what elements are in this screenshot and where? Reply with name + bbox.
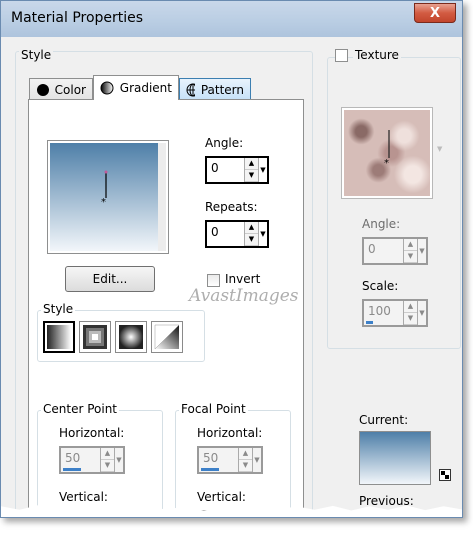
texture-scale-spinner[interactable]: 100 ▲ ▼ ▼ (362, 299, 428, 327)
focal-horizontal-spinner[interactable]: 50 ▲ ▼ ▼ (197, 446, 263, 474)
center-horizontal-up-arrow-icon[interactable]: ▲ (101, 448, 114, 460)
center-vertical-label: Vertical: (59, 490, 108, 504)
material-properties-window: Material Properties X Style Color Gradie… (0, 0, 463, 518)
client-area: Style Color Gradient Pattern * Angle: 0 … (9, 37, 461, 517)
tab-color[interactable]: Color (29, 78, 93, 100)
texture-scale-down-arrow-icon[interactable]: ▼ (404, 313, 417, 325)
repeats-spinner[interactable]: 0 ▲ ▼ ▼ (205, 220, 269, 248)
texture-angle-value[interactable]: 0 (364, 239, 403, 263)
focal-horizontal-dropdown-icon[interactable]: ▼ (252, 448, 261, 472)
gradient-panel: * Angle: 0 ▲▼ ▼ Repeats: 0 ▲▼ ▼ Invert (28, 99, 304, 517)
focal-point-label: Focal Point (179, 402, 248, 416)
linear-gradient-icon (47, 325, 71, 349)
gradient-style-label: Style (41, 302, 76, 316)
globe-icon (186, 83, 195, 96)
gradient-direction-handle-icon[interactable]: * (50, 143, 158, 251)
center-horizontal-down-arrow-icon[interactable]: ▼ (101, 460, 114, 472)
rectangular-style-button[interactable] (79, 321, 111, 353)
sunburst-style-button[interactable] (115, 321, 147, 353)
texture-scale-label: Scale: (362, 279, 399, 293)
repeats-down-arrow-icon[interactable]: ▼ (245, 234, 258, 246)
radial-gradient-icon (154, 324, 180, 350)
preview-scrollbar[interactable] (158, 143, 166, 251)
repeats-label: Repeats: (205, 200, 258, 214)
texture-angle-spinner[interactable]: 0 ▲ ▼ ▼ (362, 237, 428, 265)
repeats-up-arrow-icon[interactable]: ▲ (245, 222, 258, 234)
svg-text:*: * (101, 197, 106, 208)
tab-pattern[interactable]: Pattern (179, 78, 251, 100)
style-group-label: Style (19, 48, 54, 62)
swatch-toggle-icon[interactable] (439, 469, 451, 481)
focal-vertical-label: Vertical: (197, 490, 246, 504)
angle-value[interactable]: 0 (207, 158, 244, 182)
radial-style-button[interactable] (151, 321, 183, 353)
angle-down-arrow-icon[interactable]: ▼ (245, 170, 258, 182)
center-point-label: Center Point (41, 402, 119, 416)
repeats-dropdown-icon[interactable]: ▼ (258, 222, 267, 246)
texture-angle-label: Angle: (362, 217, 401, 231)
gradient-circle-icon (100, 81, 114, 95)
texture-swatch[interactable]: * (344, 110, 430, 196)
angle-up-arrow-icon[interactable]: ▲ (245, 158, 258, 170)
focal-horizontal-down-arrow-icon[interactable]: ▼ (239, 460, 252, 472)
angle-label: Angle: (205, 136, 244, 150)
angle-dropdown-icon[interactable]: ▼ (258, 158, 267, 182)
tab-gradient[interactable]: Gradient (93, 75, 179, 100)
center-horizontal-label: Horizontal: (59, 426, 125, 440)
texture-checkbox[interactable] (335, 49, 348, 62)
focal-horizontal-up-arrow-icon[interactable]: ▲ (239, 448, 252, 460)
angle-spinner[interactable]: 0 ▲ ▼ ▼ (205, 156, 269, 184)
texture-angle-up-arrow-icon[interactable]: ▲ (404, 239, 417, 251)
gradient-preview[interactable]: * (50, 143, 158, 251)
center-horizontal-level-bar (63, 468, 81, 471)
texture-direction-handle-icon: * (384, 130, 390, 169)
texture-scale-up-arrow-icon[interactable]: ▲ (404, 301, 417, 313)
gradient-preview-frame: * (47, 140, 169, 254)
repeats-value[interactable]: 0 (207, 222, 244, 246)
center-horizontal-spinner[interactable]: 50 ▲ ▼ ▼ (59, 446, 125, 474)
texture-angle-down-arrow-icon[interactable]: ▼ (404, 251, 417, 263)
invert-label: Invert (225, 272, 261, 286)
close-button[interactable]: X (414, 3, 456, 23)
texture-angle-dropdown-icon[interactable]: ▼ (417, 239, 426, 263)
linear-style-button[interactable] (43, 321, 75, 353)
close-icon: X (429, 5, 441, 21)
focal-horizontal-label: Horizontal: (197, 426, 263, 440)
title-bar[interactable]: Material Properties X (1, 1, 462, 37)
texture-dropdown-icon[interactable]: ▼ (437, 145, 442, 153)
svg-text:*: * (384, 158, 389, 169)
texture-scale-dropdown-icon[interactable]: ▼ (417, 301, 426, 325)
texture-scale-level-bar (366, 321, 373, 324)
sunburst-gradient-icon (119, 325, 143, 349)
edit-button[interactable]: Edit... (65, 266, 155, 292)
window-title: Material Properties (11, 10, 144, 26)
current-swatch[interactable] (359, 431, 431, 485)
center-horizontal-dropdown-icon[interactable]: ▼ (114, 448, 123, 472)
rectangular-gradient-icon (83, 325, 107, 349)
watermark: AvastImages (189, 286, 299, 306)
texture-label: Texture (353, 48, 401, 62)
texture-swatch-frame[interactable]: * (341, 107, 433, 199)
current-label: Current: (359, 413, 409, 427)
focal-horizontal-level-bar (201, 468, 219, 471)
color-circle-icon (37, 83, 49, 96)
